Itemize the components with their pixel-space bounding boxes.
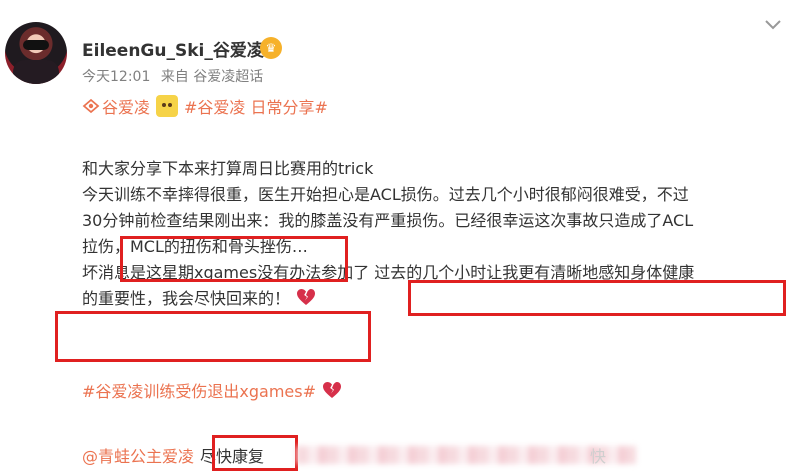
supertopic-link[interactable]: 谷爱凌 bbox=[102, 94, 150, 118]
post-line: 30分钟前检查结果刚出来：我的膝盖没有严重损伤。已经很幸运这次事故只造成了ACL bbox=[82, 211, 694, 230]
vip-crown-icon: ♛ bbox=[260, 37, 282, 59]
dog-emoji-icon bbox=[156, 95, 179, 117]
hashtag-injury[interactable]: #谷爱凌训练受伤退出xgames# bbox=[82, 378, 316, 402]
post-line: 的重要性，我会尽快回来的！ bbox=[82, 289, 291, 308]
post-time[interactable]: 今天12:01 bbox=[82, 69, 150, 85]
highlight-box bbox=[120, 236, 348, 282]
broken-heart-icon bbox=[297, 289, 316, 305]
highlight-box bbox=[212, 435, 298, 471]
avatar-goggles bbox=[23, 40, 49, 50]
author-name[interactable]: EileenGu_Ski_谷爱凌 bbox=[82, 36, 264, 61]
mention-link[interactable]: @青蛙公主爱凌 bbox=[82, 443, 194, 467]
post-meta: 今天12:01 来自 谷爱凌超话 bbox=[82, 66, 263, 86]
highlight-box bbox=[408, 280, 786, 316]
chevron-down-icon[interactable] bbox=[764, 18, 782, 32]
post-line: 和大家分享下本来打算周日比赛用的trick bbox=[82, 159, 374, 178]
hashtag-daily-share[interactable]: #谷爱凌 日常分享# bbox=[184, 94, 328, 118]
hashtag-row: #谷爱凌训练受伤退出xgames# bbox=[82, 378, 342, 402]
tag-row: 谷爱凌 #谷爱凌 日常分享# bbox=[82, 94, 328, 118]
highlight-box bbox=[55, 311, 371, 362]
avatar[interactable] bbox=[5, 22, 67, 84]
post-line: 今天训练不幸摔得很重，医生开始担心是ACL损伤。过去几个小时很郁闷很难受，不过 bbox=[82, 185, 689, 204]
supertopic-icon bbox=[82, 98, 100, 114]
faint-text: 快 bbox=[590, 447, 607, 466]
avatar-body bbox=[13, 60, 59, 84]
broken-heart-icon bbox=[323, 382, 342, 398]
post-source[interactable]: 来自 谷爱凌超话 bbox=[161, 69, 263, 85]
blurred-text bbox=[296, 446, 636, 464]
